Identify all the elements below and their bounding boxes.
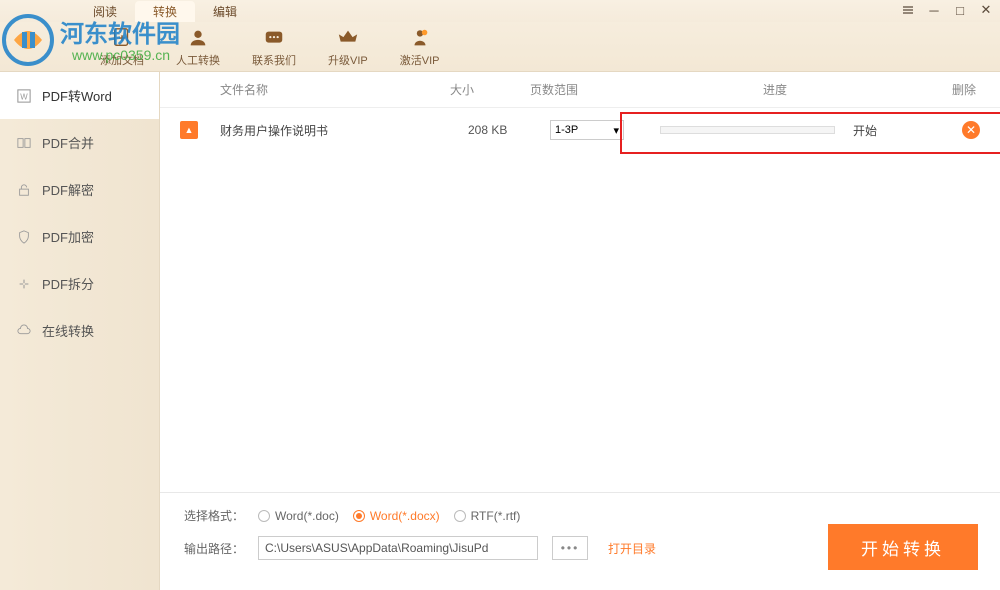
tab-read[interactable]: 阅读	[75, 1, 135, 22]
sidebar-item-split[interactable]: PDF拆分	[0, 260, 159, 307]
toolbar-label: 升级VIP	[328, 52, 368, 68]
file-size: 208 KB	[468, 123, 550, 137]
toolbar-manual[interactable]: 人工转换	[176, 26, 220, 68]
crown-icon	[336, 26, 360, 50]
table-row: ▲ 财务用户操作说明书 208 KB 1-3P ▾ 开始 ✕	[160, 108, 1000, 152]
browse-button[interactable]: •••	[552, 536, 588, 560]
radio-label: Word(*.doc)	[275, 509, 339, 523]
chevron-down-icon: ▾	[613, 124, 619, 137]
top-tabs: 阅读 转换 编辑	[0, 0, 1000, 22]
format-label: 选择格式：	[184, 507, 244, 524]
sidebar-item-encrypt[interactable]: PDF加密	[0, 213, 159, 260]
sidebar-item-label: PDF合并	[42, 133, 94, 152]
manual-icon	[186, 26, 210, 50]
activate-icon	[408, 26, 432, 50]
lock-icon	[16, 229, 32, 245]
add-doc-icon	[110, 26, 134, 50]
tab-convert[interactable]: 转换	[135, 1, 195, 22]
col-header-range: 页数范围	[530, 81, 670, 98]
toolbar-upgrade-vip[interactable]: 升级VIP	[328, 26, 368, 68]
col-header-name: 文件名称	[180, 81, 450, 98]
col-header-progress: 进度	[670, 81, 880, 98]
start-action[interactable]: 开始	[853, 122, 877, 139]
delete-button[interactable]: ✕	[962, 121, 980, 139]
format-rtf[interactable]: RTF(*.rtf)	[454, 509, 521, 523]
toolbar-activate-vip[interactable]: 激活VIP	[400, 26, 440, 68]
toolbar-contact[interactable]: 联系我们	[252, 26, 296, 68]
cloud-icon	[16, 323, 32, 339]
format-doc[interactable]: Word(*.doc)	[258, 509, 339, 523]
toolbar-label: 联系我们	[252, 52, 296, 68]
sidebar-item-pdf2word[interactable]: W PDF转Word	[0, 72, 159, 119]
window-controls: ─ □ ✕	[900, 2, 994, 18]
table-body: ▲ 财务用户操作说明书 208 KB 1-3P ▾ 开始 ✕	[160, 108, 1000, 492]
pdf-file-icon: ▲	[180, 121, 198, 139]
file-name: 财务用户操作说明书	[220, 122, 468, 139]
radio-label: RTF(*.rtf)	[471, 509, 521, 523]
minimize-icon[interactable]: ─	[926, 2, 942, 18]
content-area: 文件名称 大小 页数范围 进度 删除 ▲ 财务用户操作说明书 208 KB 1-…	[160, 72, 1000, 590]
sidebar-item-online[interactable]: 在线转换	[0, 307, 159, 354]
word-icon: W	[16, 88, 32, 104]
toolbar-label: 激活VIP	[400, 52, 440, 68]
toolbar-label: 人工转换	[176, 52, 220, 68]
close-icon[interactable]: ✕	[978, 2, 994, 18]
tab-edit[interactable]: 编辑	[195, 1, 255, 22]
range-value: 1-3P	[555, 124, 578, 136]
convert-button[interactable]: 开始转换	[828, 524, 978, 570]
merge-icon	[16, 135, 32, 151]
sidebar-item-label: PDF拆分	[42, 274, 94, 293]
toolbar-add-doc[interactable]: 添加文档	[100, 26, 144, 68]
sidebar: W PDF转Word PDF合并 PDF解密 PDF加密 PDF拆分 在线转换	[0, 72, 160, 590]
path-label: 输出路径：	[184, 540, 244, 557]
unlock-icon	[16, 182, 32, 198]
split-icon	[16, 276, 32, 292]
sidebar-item-label: PDF加密	[42, 227, 94, 246]
footer: 选择格式： Word(*.doc) Word(*.docx) RTF(*.rtf…	[160, 492, 1000, 590]
sidebar-item-decrypt[interactable]: PDF解密	[0, 166, 159, 213]
maximize-icon[interactable]: □	[952, 2, 968, 18]
format-docx[interactable]: Word(*.docx)	[353, 509, 440, 523]
sidebar-item-merge[interactable]: PDF合并	[0, 119, 159, 166]
page-range-select[interactable]: 1-3P ▾	[550, 120, 624, 140]
radio-icon	[258, 510, 270, 522]
svg-text:W: W	[20, 92, 28, 101]
radio-icon	[353, 510, 365, 522]
col-header-size: 大小	[450, 81, 530, 98]
sidebar-item-label: 在线转换	[42, 321, 94, 340]
table-header: 文件名称 大小 页数范围 进度 删除	[160, 72, 1000, 108]
output-path-input[interactable]	[258, 536, 538, 560]
col-header-delete: 删除	[880, 81, 980, 98]
progress-bar	[660, 126, 835, 134]
menu-icon[interactable]	[900, 2, 916, 18]
toolbar: 添加文档 人工转换 联系我们 升级VIP 激活VIP	[0, 22, 1000, 72]
contact-icon	[262, 26, 286, 50]
radio-icon	[454, 510, 466, 522]
toolbar-label: 添加文档	[100, 52, 144, 68]
open-dir-link[interactable]: 打开目录	[608, 540, 656, 557]
radio-label: Word(*.docx)	[370, 509, 440, 523]
sidebar-item-label: PDF转Word	[42, 86, 112, 105]
sidebar-item-label: PDF解密	[42, 180, 94, 199]
